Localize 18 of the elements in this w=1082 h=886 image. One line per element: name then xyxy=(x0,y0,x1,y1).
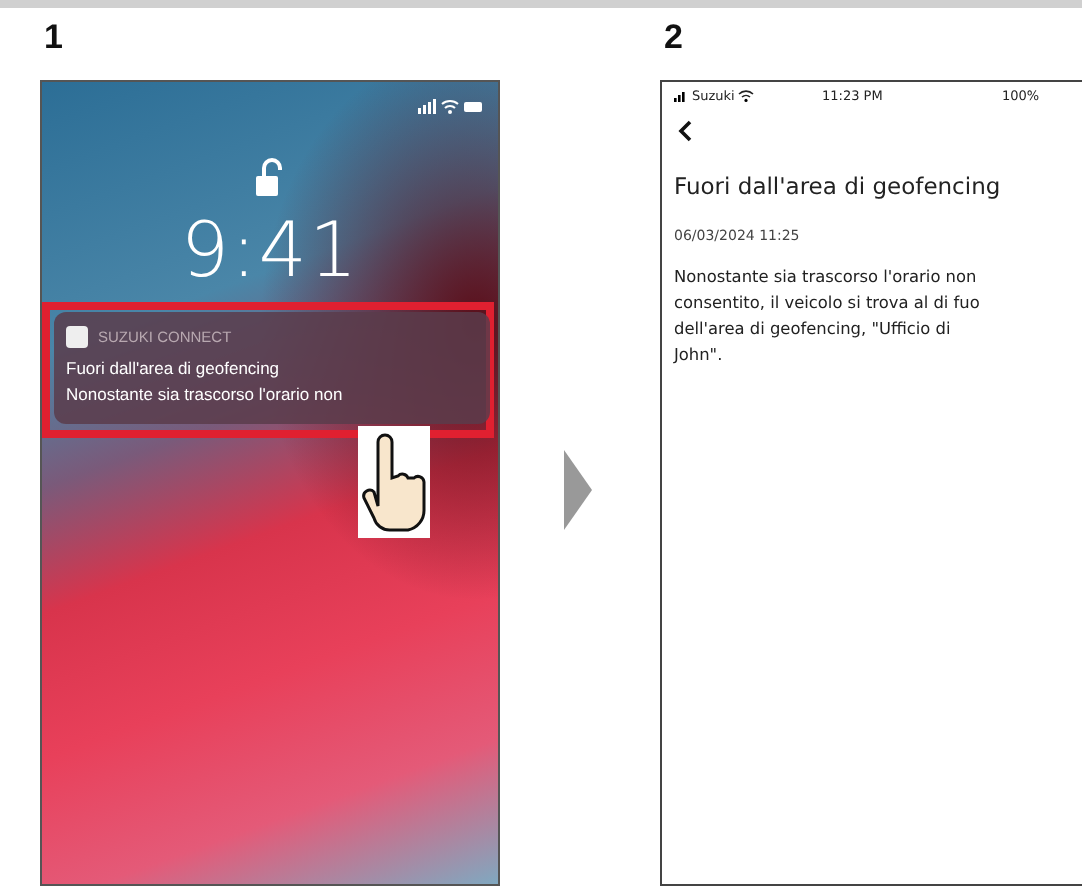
message-text-line: Nonostante sia trascorso l'orario non xyxy=(674,264,979,290)
next-step-arrow-icon xyxy=(564,450,592,530)
message-text-line: dell'area di geofencing, "Ufficio di xyxy=(674,316,953,342)
step-number: 2 xyxy=(662,16,685,60)
app-icon xyxy=(66,325,88,347)
unlocked-padlock-icon xyxy=(256,158,284,198)
alert-title: Fuori dall'area di geofencing xyxy=(674,172,1003,200)
notification-body: Nonostante sia trascorso l'orario non xyxy=(66,384,345,404)
back-icon[interactable] xyxy=(678,120,692,142)
message-text-line: John". xyxy=(674,342,725,368)
status-icons xyxy=(418,98,482,114)
notification-title: Fuori dall'area di geofencing xyxy=(66,358,282,378)
tapping-hand-icon xyxy=(358,426,430,538)
message-text-line: consentito, il veicolo si trova al di fuo xyxy=(674,290,982,316)
wifi-icon xyxy=(738,90,755,102)
signal-icon xyxy=(674,90,688,102)
clock-time: 9:41 xyxy=(178,206,362,294)
step-number: 1 xyxy=(42,16,65,60)
